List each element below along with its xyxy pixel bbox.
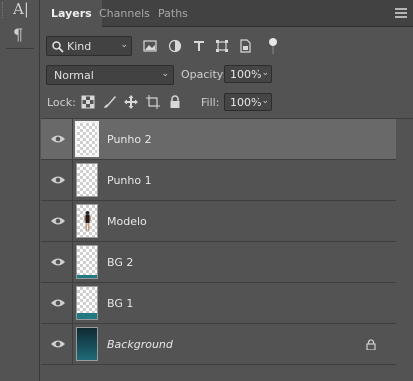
layer-name[interactable]: Modelo (107, 215, 147, 228)
visibility-eye-icon[interactable] (50, 174, 66, 186)
shape-layer-filter-icon[interactable] (215, 39, 229, 53)
lock-label: Lock: (47, 96, 76, 109)
fill-label: Fill: (201, 96, 220, 109)
lock-image-pixels-icon[interactable] (103, 95, 117, 109)
search-icon (52, 41, 64, 53)
lock-row: Lock: Fill: 100% ⌄ (41, 92, 413, 114)
layer-row[interactable]: Background (41, 324, 396, 365)
layer-lock-icon[interactable] (366, 339, 376, 350)
layer-thumbnail[interactable] (76, 163, 98, 197)
opacity-label: Opacity: (181, 68, 227, 81)
character-icon[interactable]: A| (13, 0, 29, 18)
layer-row[interactable]: Punho 2 (41, 119, 396, 160)
blend-row: Normal ⌄ Opacity: 100% ⌄ (41, 64, 413, 86)
chevron-down-icon: ⌄ (161, 69, 169, 79)
teal-strip (77, 275, 97, 278)
filter-kind-select[interactable]: Kind ⌄ (46, 36, 132, 56)
chevron-down-icon[interactable]: ⌄ (257, 68, 269, 78)
lock-artboard-icon[interactable] (146, 95, 160, 109)
layer-thumbnail[interactable] (76, 327, 98, 361)
layers-scrollbar[interactable] (397, 119, 413, 381)
layer-thumbnail[interactable] (76, 286, 98, 320)
toolbar-divider (6, 48, 34, 49)
panel-menu-icon[interactable] (395, 8, 407, 18)
blend-mode-select[interactable]: Normal ⌄ (46, 65, 174, 85)
tab-paths[interactable]: Paths (148, 0, 198, 27)
layer-filter-row: Kind ⌄ (41, 34, 413, 58)
visibility-eye-icon[interactable] (50, 215, 66, 227)
visibility-eye-icon[interactable] (50, 256, 66, 268)
layer-thumbnail[interactable] (76, 204, 98, 238)
model-figure-thumbnail (84, 211, 91, 231)
layer-thumbnail[interactable] (75, 121, 99, 157)
layer-name[interactable]: BG 1 (107, 297, 133, 310)
filter-kind-label: Kind (67, 40, 92, 53)
eye-column-divider (72, 119, 73, 159)
fill-field[interactable]: 100% ⌄ (224, 93, 272, 111)
layer-name[interactable]: Punho 1 (107, 174, 152, 187)
blend-mode-value: Normal (54, 69, 94, 82)
layer-row[interactable]: BG 1 (41, 283, 396, 324)
visibility-eye-icon[interactable] (50, 338, 66, 350)
layer-name[interactable]: Background (107, 338, 173, 351)
eye-column-divider (72, 160, 73, 200)
opacity-field[interactable]: 100% ⌄ (224, 65, 272, 83)
visibility-eye-icon[interactable] (50, 297, 66, 309)
visibility-eye-icon[interactable] (50, 133, 66, 145)
lock-transparent-pixels-icon[interactable] (81, 95, 95, 109)
smart-object-filter-icon[interactable] (238, 39, 252, 53)
paragraph-icon[interactable]: ¶ (13, 25, 23, 44)
type-layer-filter-icon[interactable] (192, 39, 206, 53)
layer-row[interactable]: Modelo (41, 201, 396, 242)
eye-column-divider (72, 283, 73, 323)
left-toolbar: A| ¶ (0, 0, 40, 381)
lock-position-icon[interactable] (124, 95, 138, 109)
chevron-down-icon: ⌄ (120, 40, 128, 50)
filter-toggle-track (272, 46, 274, 54)
layer-name[interactable]: Punho 2 (107, 133, 152, 146)
layers-panel: Layers Channels Paths Kind ⌄ Normal ⌄ Op… (41, 0, 413, 381)
layer-row[interactable]: BG 2 (41, 242, 396, 283)
chevron-down-icon[interactable]: ⌄ (257, 96, 269, 106)
lock-all-icon[interactable] (168, 95, 182, 109)
layer-name[interactable]: BG 2 (107, 256, 133, 269)
pixel-layer-filter-icon[interactable] (143, 39, 157, 53)
layer-thumbnail[interactable] (76, 245, 98, 279)
panel-grip[interactable] (2, 2, 4, 18)
eye-column-divider (72, 324, 73, 364)
panel-tab-bar: Layers Channels Paths (41, 0, 413, 28)
adjustment-layer-filter-icon[interactable] (168, 39, 182, 53)
layer-row[interactable]: Punho 1 (41, 160, 396, 201)
eye-column-divider (72, 201, 73, 241)
filter-toggle-knob[interactable] (269, 38, 277, 46)
teal-strip (77, 313, 97, 319)
eye-column-divider (72, 242, 73, 282)
layers-list: Punho 2 Punho 1 Modelo BG 2 BG 1 Backgro… (41, 119, 396, 365)
